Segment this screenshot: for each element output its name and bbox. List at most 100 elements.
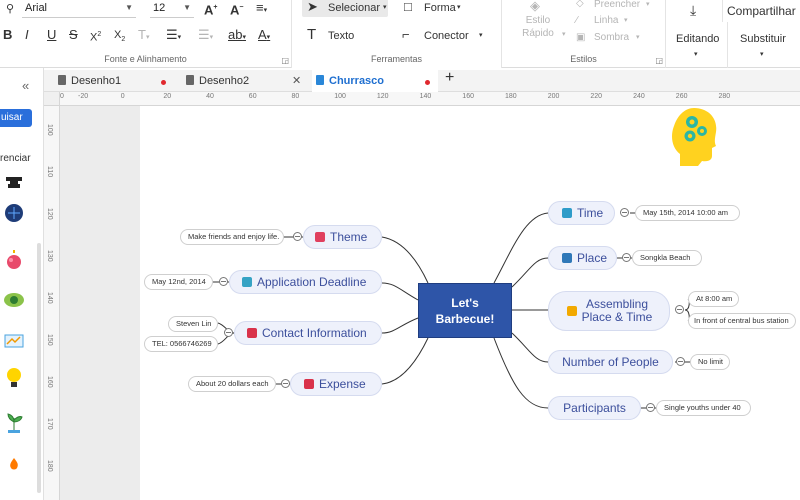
topic-place[interactable]: Place: [548, 246, 617, 270]
font-size-select[interactable]: 12 ▼: [150, 0, 194, 18]
quick-style-label[interactable]: Estilo Rápido: [516, 14, 560, 40]
ruler-tick-label: 80: [291, 93, 300, 100]
note-text: In front of central bus station: [694, 316, 789, 325]
collapse-toggle-icon[interactable]: [676, 357, 685, 366]
connector-label[interactable]: Conector: [424, 29, 469, 43]
ruler-tick-label: 100: [334, 93, 346, 100]
topic-label: Place: [577, 251, 608, 265]
note-contact-phone[interactable]: TEL: 0566746269: [144, 336, 218, 352]
ruler-tick-label: 20: [163, 93, 172, 100]
shape-label[interactable]: Forma: [424, 1, 456, 15]
font-color-icon[interactable]: A▾: [258, 27, 270, 46]
ruler-tick-label: 220: [590, 93, 603, 100]
shadow-label[interactable]: Sombra: [594, 31, 629, 45]
italic-icon[interactable]: I: [25, 27, 29, 43]
dialog-launcher-icon[interactable]: ◲: [281, 56, 289, 65]
flame-icon[interactable]: [2, 454, 26, 478]
collapse-toggle-icon[interactable]: [219, 277, 228, 286]
superscript-icon[interactable]: X2: [90, 27, 101, 46]
font-name-select[interactable]: Arial ▼: [22, 0, 136, 18]
note-contact-name[interactable]: Steven Lin: [168, 316, 218, 332]
note-deadline[interactable]: May 12nd, 2014: [144, 274, 213, 290]
note-theme[interactable]: Make friends and enjoy life.: [180, 229, 284, 245]
text-tool-icon[interactable]: T: [307, 27, 316, 43]
note-number-of-people[interactable]: No limit: [690, 354, 730, 370]
close-tab-icon[interactable]: ✕: [292, 70, 301, 92]
fill-label[interactable]: Preencher: [594, 0, 640, 12]
text-label[interactable]: Texto: [328, 29, 354, 43]
growth-plant-icon[interactable]: [2, 410, 26, 434]
collapse-toggle-icon[interactable]: [224, 328, 233, 337]
decrease-font-icon[interactable]: A−: [230, 0, 243, 18]
dialog-launcher-icon[interactable]: ◲: [655, 56, 663, 65]
topic-application-deadline[interactable]: Application Deadline: [229, 270, 382, 294]
ruler-tick-label: 100: [46, 124, 53, 136]
dollar-icon: [304, 379, 314, 389]
search-button[interactable]: uisar: [0, 109, 32, 127]
share-button[interactable]: Compartilhar: [722, 0, 800, 22]
collapse-toggle-icon[interactable]: [620, 208, 629, 217]
strikethrough-icon[interactable]: S: [69, 27, 78, 43]
underline-icon[interactable]: U: [47, 27, 56, 43]
heart-icon: [315, 232, 325, 242]
bullet-list-icon[interactable]: ☰▾: [198, 27, 213, 46]
note-assembling-place[interactable]: In front of central bus station: [688, 313, 796, 329]
lightbulb-icon[interactable]: [2, 365, 26, 389]
ruler-tick-label: 150: [46, 334, 53, 346]
note-place[interactable]: Songkla Beach: [632, 250, 702, 266]
collapse-toggle-icon[interactable]: [622, 253, 631, 262]
collapse-toggle-icon[interactable]: [281, 379, 290, 388]
unsaved-dot-icon: [161, 80, 166, 85]
manage-libraries-label[interactable]: renciar: [0, 153, 31, 164]
note-assembling-time[interactable]: At 8:00 am: [688, 291, 739, 307]
text-format-icon[interactable]: T▾: [138, 27, 149, 46]
brain-organ-icon[interactable]: [2, 248, 26, 272]
tab-churrasco[interactable]: Churrasco: [312, 70, 438, 92]
anvil-icon[interactable]: [2, 171, 26, 195]
topic-number-of-people[interactable]: Number of People: [548, 350, 673, 374]
connector-icon[interactable]: ⌐: [402, 27, 410, 43]
central-topic[interactable]: Let's Barbecue!: [418, 283, 512, 338]
vertical-ruler: 100 110 120 130 140 150 160 170 180: [44, 106, 60, 500]
topic-time[interactable]: Time: [548, 201, 615, 225]
topic-assembling[interactable]: Assembling Place & Time: [548, 291, 670, 331]
topic-theme[interactable]: Theme: [303, 225, 382, 249]
topic-contact-information[interactable]: Contact Information: [234, 321, 382, 345]
tab-desenho2[interactable]: Desenho2 ✕: [186, 70, 312, 92]
search-button-label: uisar: [1, 112, 23, 123]
note-participants[interactable]: Single youths under 40: [656, 400, 751, 416]
align-icon[interactable]: ≡▾: [256, 0, 267, 19]
ruler-tick-label: 120: [46, 208, 53, 220]
collapse-toggle-icon[interactable]: [646, 403, 655, 412]
panel-scrollbar[interactable]: [37, 243, 41, 493]
collapse-toggle-icon[interactable]: [675, 305, 684, 314]
line-spacing-icon[interactable]: ☰▾: [166, 27, 181, 46]
brain-head-icon[interactable]: [2, 202, 26, 226]
collapse-panel-icon[interactable]: «: [22, 78, 29, 93]
new-tab-icon[interactable]: +: [445, 69, 454, 87]
bold-icon[interactable]: B: [3, 27, 12, 43]
eye-icon[interactable]: [2, 288, 26, 312]
sticky-note-icon: [567, 306, 577, 316]
subscript-icon[interactable]: X2: [114, 27, 125, 48]
chevron-down-icon: ▾: [562, 31, 566, 38]
clock-icon: [562, 208, 572, 218]
presentation-icon[interactable]: [2, 330, 26, 354]
text-highlight-icon[interactable]: ab▾: [228, 27, 246, 46]
tab-desenho1[interactable]: Desenho1: [58, 70, 186, 92]
note-time[interactable]: May 15th, 2014 10:00 am: [635, 205, 740, 221]
ruler-tick-label: -20: [78, 93, 89, 100]
topic-expense[interactable]: Expense: [290, 372, 382, 396]
collapse-toggle-icon[interactable]: [293, 232, 302, 241]
increase-font-icon[interactable]: A+: [204, 0, 217, 18]
line-icon: ∕: [576, 15, 578, 26]
quick-style-icon: ◈: [530, 0, 540, 13]
replace-button[interactable]: Substituir ▾: [728, 22, 800, 68]
editing-group[interactable]: ⤓ Editando ▾: [666, 0, 728, 68]
line-label[interactable]: Linha: [594, 14, 618, 28]
brain-gears-icon: [672, 108, 717, 166]
central-topic-line1: Let's: [451, 296, 479, 310]
topic-participants[interactable]: Participants: [548, 396, 641, 420]
shape-icon[interactable]: □: [404, 0, 412, 15]
note-expense[interactable]: About 20 dollars each: [188, 376, 276, 392]
